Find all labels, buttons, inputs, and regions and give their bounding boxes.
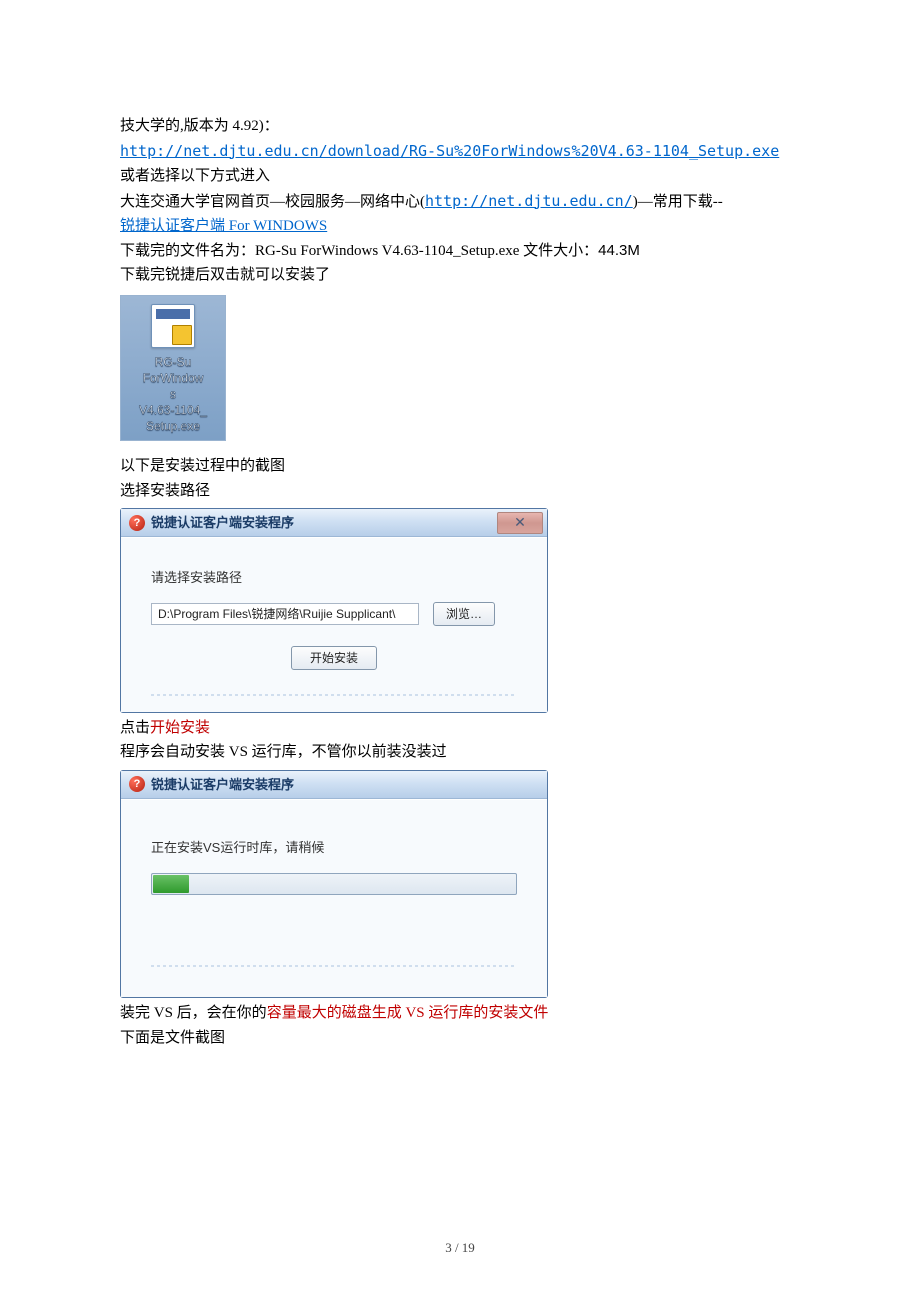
dialog-title: 锐捷认证客户端安装程序 <box>151 513 294 533</box>
dialog-body: 请选择安装路径 浏览… 开始安装 <box>121 537 547 712</box>
document-page: 技大学的,版本为 4.92)： http://net.djtu.edu.cn/d… <box>0 0 920 1302</box>
file-size: 44.3M <box>598 242 640 259</box>
path-prompt-label: 请选择安装路径 <box>151 568 517 588</box>
text-line: 下面是文件截图 <box>120 1027 800 1050</box>
text-line: 装完 VS 后，会在你的容量最大的磁盘生成 VS 运行库的安装文件 <box>120 1002 800 1025</box>
start-install-button[interactable]: 开始安装 <box>291 646 377 670</box>
browse-button[interactable]: 浏览… <box>433 602 495 626</box>
text-line: 技大学的,版本为 4.92)： <box>120 115 800 138</box>
install-dialog-path: ? 锐捷认证客户端安装程序 ✕ 请选择安装路径 浏览… 开始安装 <box>120 508 548 713</box>
install-path-input[interactable] <box>151 603 419 625</box>
text-line: 以下是安装过程中的截图 <box>120 455 800 478</box>
progress-fill <box>153 875 189 893</box>
icon-filename-line: Setup.exe <box>121 418 225 434</box>
text-line: 大连交通大学官网首页—校园服务—网络中心(http://net.djtu.edu… <box>120 190 800 214</box>
install-dialog-vs: ? 锐捷认证客户端安装程序 正在安装VS运行时库，请稍候 <box>120 770 548 999</box>
dialog-divider <box>151 694 517 696</box>
download-url-line: http://net.djtu.edu.cn/download/RG-Su%20… <box>120 140 800 164</box>
text-fragment: 大连交通大学官网首页—校园服务—网络中心( <box>120 194 425 210</box>
text-line: 锐捷认证客户端 For WINDOWS <box>120 215 800 238</box>
dialog-title-left: ? 锐捷认证客户端安装程序 <box>129 775 294 795</box>
progress-bar <box>151 873 517 895</box>
dialog-titlebar: ? 锐捷认证客户端安装程序 <box>121 771 547 799</box>
text-emphasis: 容量最大的磁盘生成 VS 运行库的安装文件 <box>267 1005 549 1021</box>
text-line: 下载完锐捷后双击就可以安装了 <box>120 264 800 287</box>
path-input-row: 浏览… <box>151 602 517 626</box>
dialog-divider <box>151 965 517 967</box>
close-icon: ✕ <box>514 512 526 533</box>
text-line: 下载完的文件名为：RG-Su ForWindows V4.63-1104_Set… <box>120 240 800 263</box>
text-line: 选择安装路径 <box>120 480 800 503</box>
netcenter-url-link[interactable]: http://net.djtu.edu.cn/ <box>425 192 633 210</box>
installer-icon <box>151 304 195 348</box>
icon-filename-line: RG-Su <box>121 354 225 370</box>
text-line: 程序会自动安装 VS 运行库，不管你以前装没装过 <box>120 741 800 764</box>
vs-status-label: 正在安装VS运行时库，请稍候 <box>151 838 517 858</box>
text-fragment: 点击 <box>120 720 150 736</box>
text-fragment: 装完 VS 后，会在你的 <box>120 1005 267 1021</box>
dialog-title-left: ? 锐捷认证客户端安装程序 <box>129 513 294 533</box>
icon-filename-line: V4.63-1104_ <box>121 402 225 418</box>
ruijie-logo-icon: ? <box>129 776 145 792</box>
text-emphasis: 开始安装 <box>150 720 210 736</box>
icon-filename-line: s <box>121 386 225 402</box>
text-line: 点击开始安装 <box>120 717 800 740</box>
dialog-body: 正在安装VS运行时库，请稍候 <box>121 799 547 998</box>
download-url-link[interactable]: http://net.djtu.edu.cn/download/RG-Su%20… <box>120 142 779 160</box>
close-button[interactable]: ✕ <box>497 512 543 534</box>
text-line: 或者选择以下方式进入 <box>120 165 800 188</box>
page-number: 3 / 19 <box>0 1238 920 1258</box>
desktop-icon: RG-Su ForWindow s V4.63-1104_ Setup.exe <box>120 295 226 442</box>
dialog-title: 锐捷认证客户端安装程序 <box>151 775 294 795</box>
ruijie-logo-icon: ? <box>129 515 145 531</box>
icon-filename-line: ForWindow <box>121 370 225 386</box>
text-fragment: 下载完的文件名为：RG-Su ForWindows V4.63-1104_Set… <box>120 243 598 259</box>
client-download-link[interactable]: 锐捷认证客户端 For WINDOWS <box>120 218 327 234</box>
dialog-titlebar: ? 锐捷认证客户端安装程序 ✕ <box>121 509 547 537</box>
text-fragment: )—常用下载-- <box>633 194 723 210</box>
